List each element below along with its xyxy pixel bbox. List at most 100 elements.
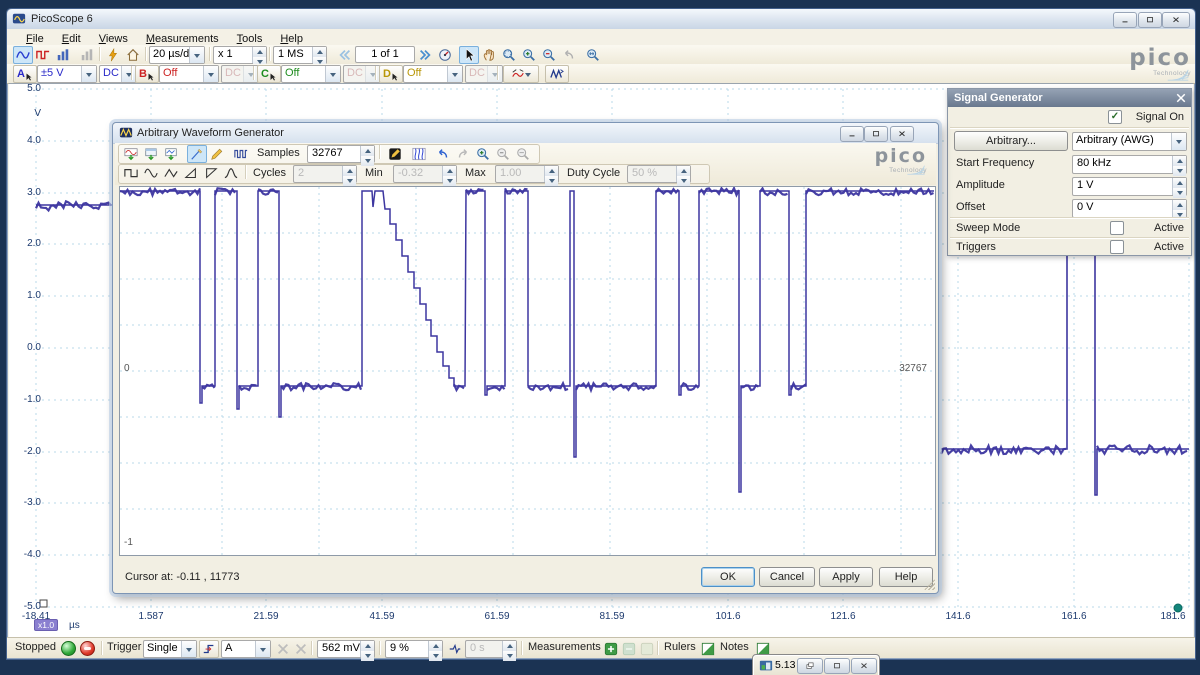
minimize-button[interactable] — [1113, 12, 1137, 28]
chevron-down-icon[interactable] — [255, 641, 270, 657]
menu-item-help[interactable]: Help — [271, 32, 312, 46]
channel-c-button[interactable]: C — [257, 65, 281, 83]
background-window-titlebar[interactable]: 5.13 — [752, 654, 880, 675]
chevron-down-icon[interactable] — [189, 47, 204, 63]
spin-down-icon[interactable] — [361, 651, 374, 661]
sweep-mode-checkbox[interactable] — [1110, 221, 1124, 235]
spin-up-icon[interactable] — [361, 146, 374, 156]
pretrigger-stepper[interactable]: 9 % — [385, 640, 443, 658]
main-titlebar[interactable]: PicoScope 6 — [7, 9, 1195, 30]
chevron-down-icon[interactable] — [81, 66, 96, 82]
spin-down-icon[interactable] — [1173, 166, 1186, 176]
persistence-view-button[interactable] — [53, 46, 73, 64]
samples-stepper[interactable]: 32767 — [307, 145, 375, 163]
spin-down-icon[interactable] — [1173, 188, 1186, 198]
spin-up-icon[interactable] — [1173, 156, 1186, 166]
zoom-factor-stepper[interactable]: x 1 — [213, 46, 267, 64]
awg-minimize-button[interactable] — [840, 126, 864, 142]
stop-capture-button[interactable] — [80, 641, 95, 656]
spin-down-icon[interactable] — [429, 651, 442, 661]
shape-gaussian-button[interactable] — [221, 165, 241, 183]
cancel-button[interactable]: Cancel — [759, 567, 815, 587]
undo-button[interactable] — [433, 145, 453, 163]
apply-button[interactable]: Apply — [819, 567, 873, 587]
channel-b-range-select[interactable]: Off — [159, 65, 219, 83]
chevron-down-icon[interactable] — [203, 66, 218, 82]
awg-close-button[interactable] — [890, 126, 914, 142]
buffer-navigator-icon[interactable] — [435, 46, 455, 64]
spin-up-icon[interactable] — [1173, 200, 1186, 210]
awg-dialog-titlebar[interactable]: Arbitrary Waveform Generator — [113, 123, 938, 144]
smooth-mode-button[interactable] — [385, 145, 405, 163]
line-edit-tool[interactable] — [187, 145, 207, 163]
normal-cursor-tool[interactable] — [459, 46, 479, 64]
channel-d-button[interactable]: D — [379, 65, 403, 83]
zoom-full-tool[interactable] — [583, 46, 603, 64]
spin-up-icon[interactable] — [361, 641, 374, 651]
spin-up-icon[interactable] — [1173, 178, 1186, 188]
menu-item-views[interactable]: Views — [90, 32, 137, 46]
background-restore-button[interactable] — [797, 658, 823, 674]
shape-ramp-up-button[interactable] — [181, 165, 201, 183]
trigger-edge-button[interactable] — [199, 640, 219, 658]
siggen-offset-stepper[interactable]: 0 V — [1072, 199, 1187, 218]
resize-grip[interactable] — [924, 579, 935, 590]
next-buffer-button[interactable] — [415, 46, 435, 64]
buffer-page-indicator[interactable]: 1 of 1 — [355, 46, 415, 63]
arbitrary-settings-button[interactable]: Arbitrary... — [954, 131, 1068, 151]
chevron-down-icon[interactable] — [1171, 133, 1186, 150]
multi-cycle-preview-button[interactable] — [407, 145, 431, 163]
background-close-button[interactable] — [851, 658, 877, 674]
chevron-down-icon[interactable] — [181, 641, 196, 657]
chevron-down-icon[interactable] — [447, 66, 462, 82]
sample-count-stepper[interactable]: 1 MS — [273, 46, 327, 64]
ok-button[interactable]: OK — [701, 567, 755, 587]
spectrum-view-button[interactable] — [33, 46, 53, 64]
awg-zoom-in-tool[interactable] — [473, 145, 493, 163]
math-channels-button[interactable] — [503, 65, 539, 83]
auto-setup-button[interactable] — [103, 46, 123, 64]
menu-item-tools[interactable]: Tools — [228, 32, 272, 46]
channel-a-range-select[interactable]: ±5 V — [37, 65, 97, 83]
shape-ramp-down-button[interactable] — [201, 165, 221, 183]
import-channel-button[interactable] — [161, 145, 181, 163]
chevron-down-icon[interactable] — [325, 66, 340, 82]
signal-generator-header[interactable]: Signal Generator — [948, 89, 1191, 107]
marquee-zoom-tool[interactable] — [499, 46, 519, 64]
menu-item-file[interactable]: File — [17, 32, 53, 46]
hand-pan-tool[interactable] — [479, 46, 499, 64]
awg-editor-button[interactable] — [545, 65, 569, 83]
close-button[interactable] — [1162, 12, 1190, 28]
trigger-source-select[interactable]: A — [221, 640, 271, 658]
shape-square-button[interactable] — [121, 165, 141, 183]
menu-item-edit[interactable]: Edit — [53, 32, 90, 46]
trigger-delay-icon[interactable] — [445, 640, 465, 658]
shape-triangle-button[interactable] — [161, 165, 181, 183]
timebase-select[interactable]: 20 µs/div — [149, 46, 205, 64]
bitstream-tool[interactable] — [229, 145, 253, 163]
scope-view-button[interactable] — [13, 46, 33, 64]
siggen-amplitude-stepper[interactable]: 1 V — [1072, 177, 1187, 196]
channel-a-button[interactable]: A — [13, 65, 37, 83]
import-file-button[interactable] — [141, 145, 161, 163]
awg-maximize-button[interactable] — [864, 126, 888, 142]
channel-c-range-select[interactable]: Off — [281, 65, 341, 83]
awg-waveform-editor[interactable]: 0 32767 -1 — [119, 186, 936, 556]
chevron-down-icon[interactable] — [121, 66, 136, 82]
spin-down-icon[interactable] — [361, 156, 374, 166]
channel-b-button[interactable]: B — [135, 65, 159, 83]
start-capture-button[interactable] — [61, 641, 76, 656]
spin-down-icon[interactable] — [1173, 210, 1186, 220]
freehand-draw-tool[interactable] — [207, 145, 227, 163]
siggen-start-frequency-stepper[interactable]: 80 kHz — [1072, 155, 1187, 174]
channel-d-range-select[interactable]: Off — [403, 65, 463, 83]
trigger-level-stepper[interactable]: 562 mV — [317, 640, 375, 658]
zoom-out-tool[interactable] — [539, 46, 559, 64]
triggers-checkbox[interactable] — [1110, 240, 1124, 254]
spin-up-icon[interactable] — [253, 47, 266, 57]
shape-sine-button[interactable] — [141, 165, 161, 183]
close-icon[interactable] — [1175, 92, 1187, 104]
wave-type-select[interactable]: Arbitrary (AWG) — [1072, 132, 1187, 151]
import-from-scope-button[interactable] — [121, 145, 141, 163]
add-measurement-button[interactable] — [601, 640, 621, 658]
